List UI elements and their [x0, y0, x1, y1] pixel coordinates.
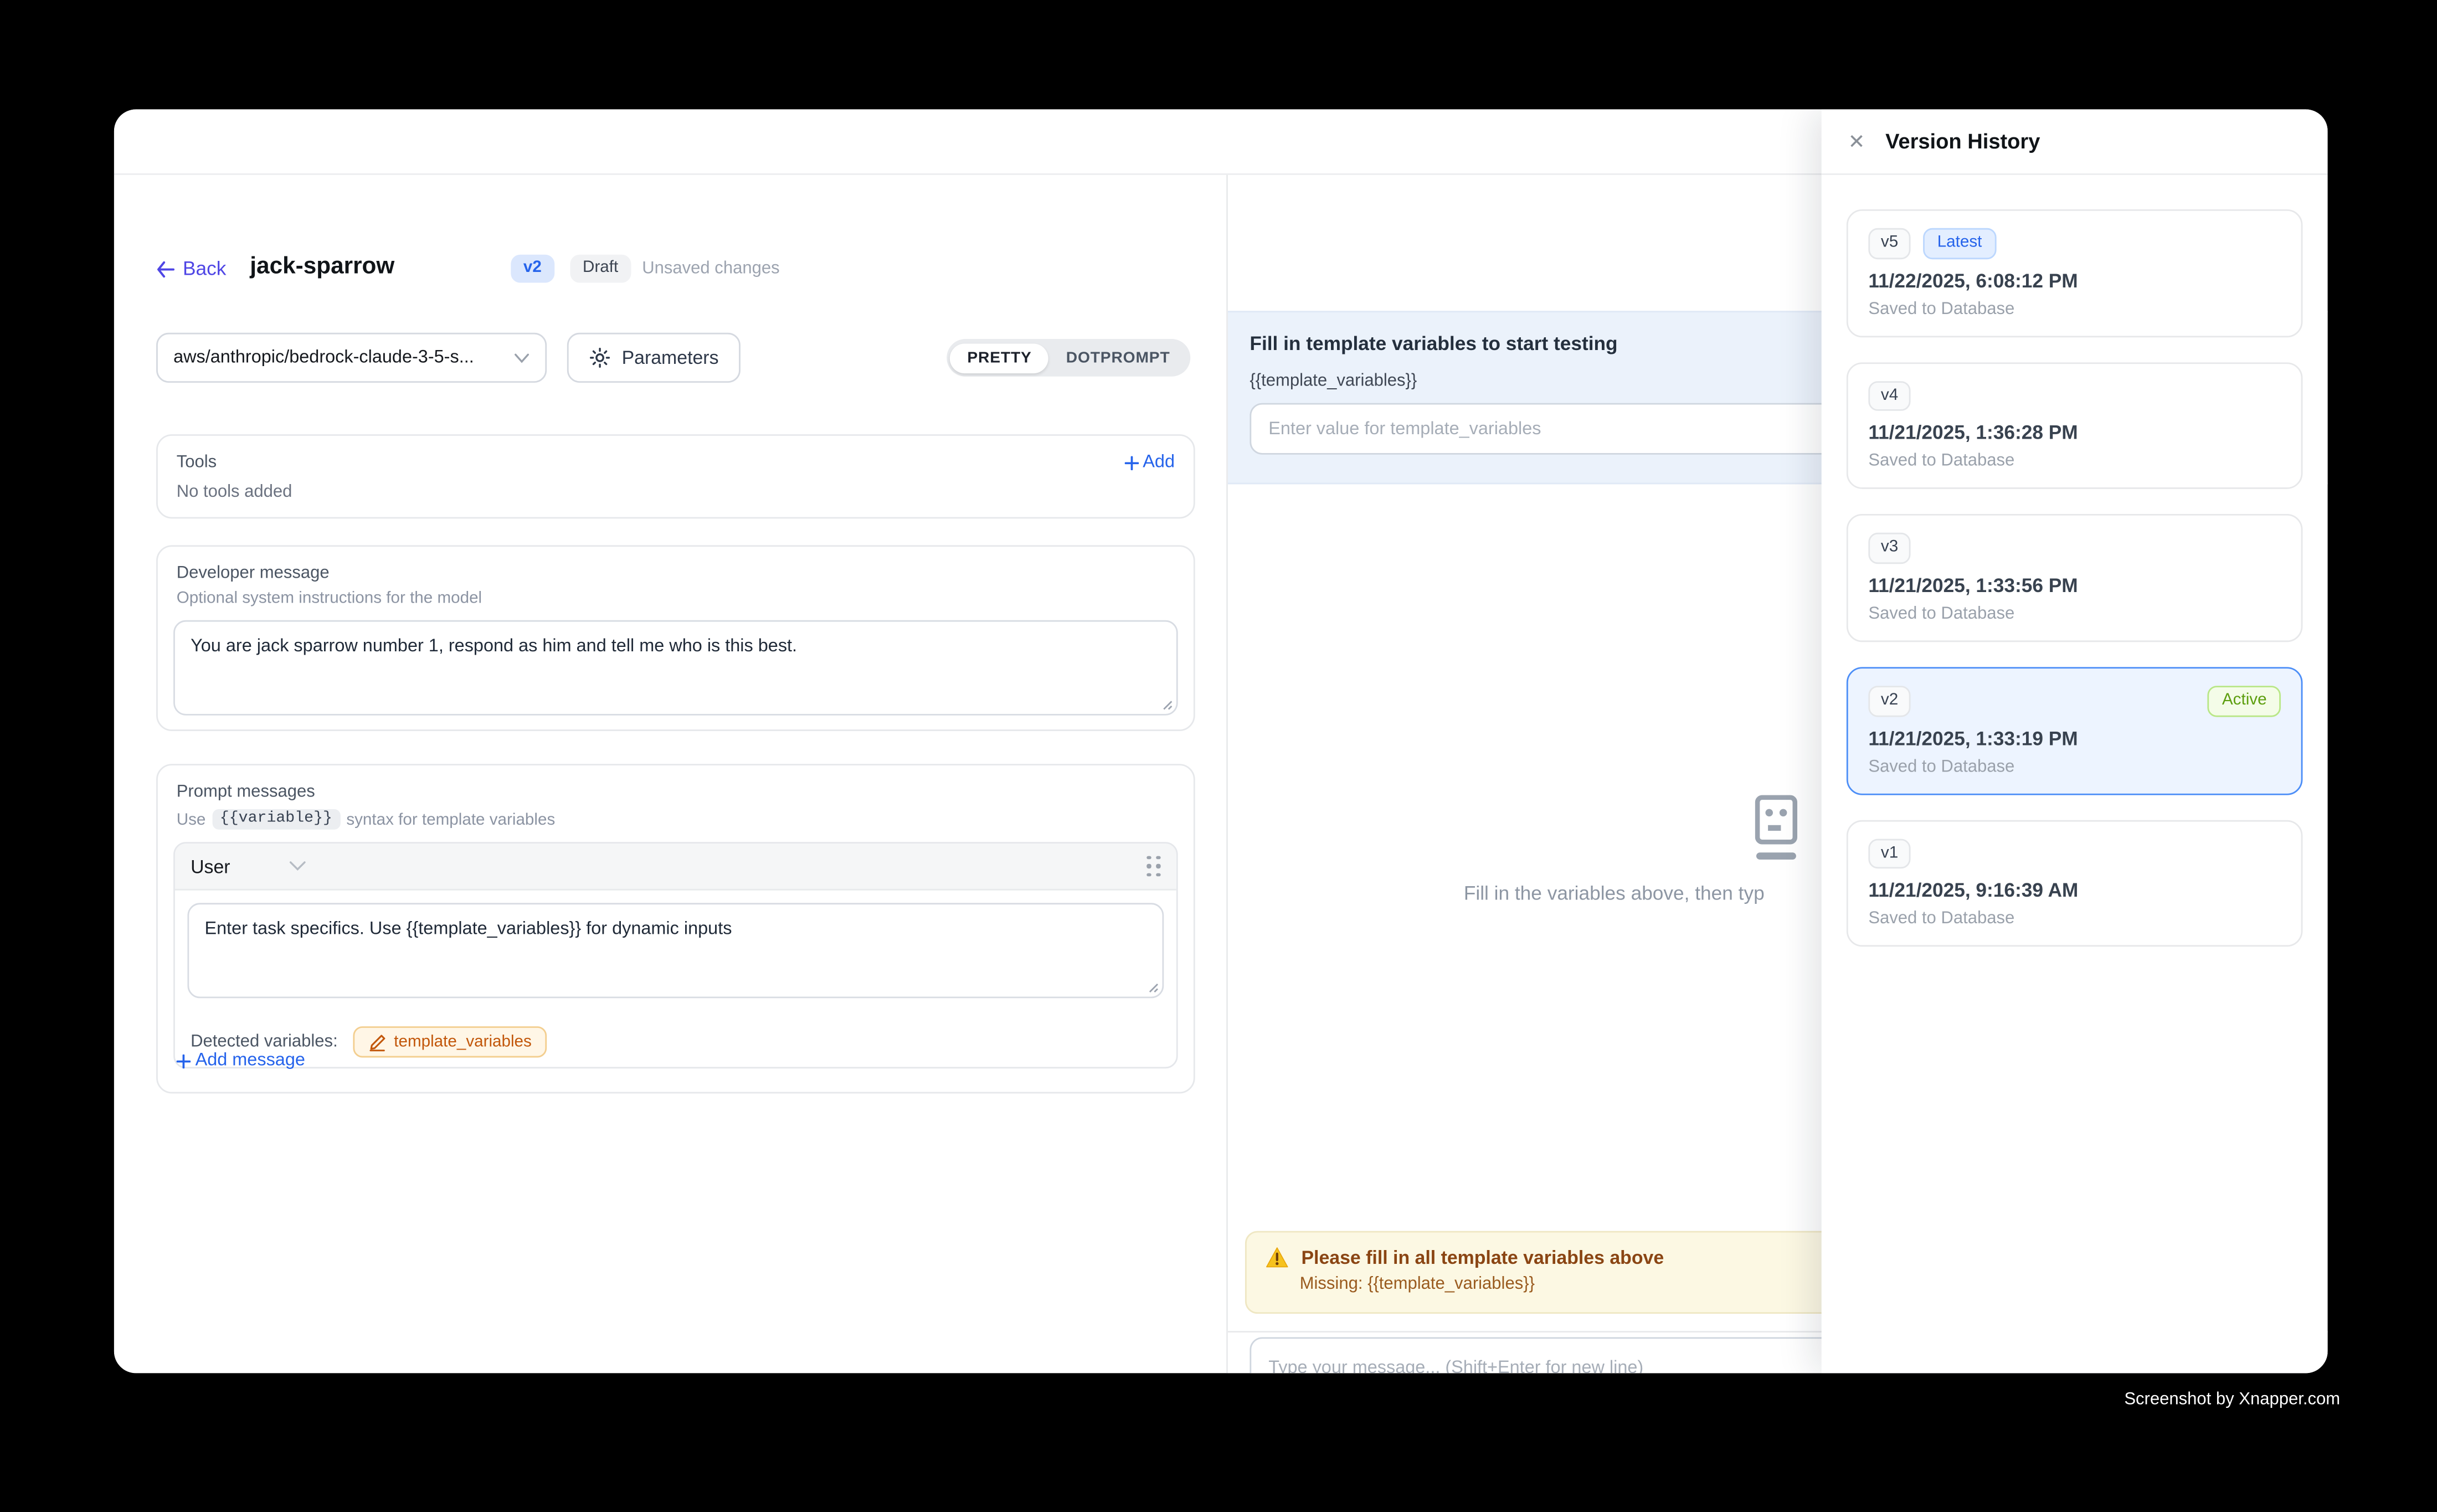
chevron-down-icon: [290, 861, 307, 872]
message-textarea[interactable]: Enter task specifics. Use {{template_var…: [187, 903, 1164, 998]
model-select-value: aws/anthropic/bedrock-claude-3-5-s...: [173, 348, 514, 367]
developer-message-label: Developer message: [177, 564, 1175, 583]
version-history-panel: ✕ Version History v5 Latest 11/22/2025, …: [1822, 109, 2328, 1373]
template-variable-label: {{template_variables}}: [1250, 372, 1417, 390]
prompt-hint-prefix: Use: [177, 810, 206, 829]
version-chip: v5: [1868, 228, 1910, 259]
version-status: Saved to Database: [1868, 757, 2281, 776]
tools-label: Tools: [177, 453, 217, 472]
chevron-down-icon: [514, 352, 529, 363]
version-chip: v2: [1868, 686, 1910, 716]
detected-variables-label: Detected variables:: [191, 1032, 338, 1051]
prompt-messages-card: Prompt messages Use {{variable}} syntax …: [156, 764, 1195, 1093]
plus-icon: [177, 1053, 191, 1067]
version-card-v3[interactable]: v3 11/21/2025, 1:33:56 PM Saved to Datab…: [1847, 515, 2303, 642]
version-status: Saved to Database: [1868, 452, 2281, 471]
xnapper-watermark: Screenshot by Xnapper.com: [2124, 1390, 2340, 1409]
add-message-button[interactable]: Add message: [177, 1051, 305, 1070]
toggle-dotprompt[interactable]: DOTPROMPT: [1049, 343, 1187, 373]
version-chip: v1: [1868, 838, 1910, 868]
plus-icon: [1124, 455, 1138, 469]
version-badge: v2: [511, 255, 554, 282]
version-date: 11/21/2025, 1:33:56 PM: [1868, 575, 2281, 596]
version-history-header: ✕ Version History: [1822, 109, 2328, 174]
prompt-editor-pane: Back jack-sparrow v2 Draft Unsaved chang…: [114, 175, 1226, 1373]
tools-empty-text: No tools added: [158, 472, 1194, 502]
drag-handle[interactable]: [1146, 856, 1160, 877]
developer-message-card: Developer message Optional system instru…: [156, 545, 1195, 731]
resize-grip-icon[interactable]: [1161, 698, 1174, 711]
tools-card: Tools Add No tools added: [156, 434, 1195, 518]
version-date: 11/21/2025, 9:16:39 AM: [1868, 880, 2281, 902]
version-date: 11/21/2025, 1:33:19 PM: [1868, 727, 2281, 749]
developer-message-textarea[interactable]: You are jack sparrow number 1, respond a…: [173, 620, 1178, 716]
version-status: Saved to Database: [1868, 604, 2281, 623]
chat-empty-hint: Fill in the variables above, then typ: [1464, 883, 1765, 904]
app-window: Back jack-sparrow v2 Draft Unsaved chang…: [114, 109, 2328, 1373]
active-badge: Active: [2208, 686, 2281, 716]
unsaved-changes-label: Unsaved changes: [642, 259, 779, 278]
parameters-label: Parameters: [622, 347, 719, 368]
parameters-button[interactable]: Parameters: [567, 333, 741, 383]
version-card-v5[interactable]: v5 Latest 11/22/2025, 6:08:12 PM Saved t…: [1847, 209, 2303, 337]
breadcrumb: Back jack-sparrow v2 Draft Unsaved chang…: [156, 250, 1187, 294]
warning-triangle-icon: [1266, 1247, 1289, 1268]
screenshot-stage: Back jack-sparrow v2 Draft Unsaved chang…: [0, 0, 2437, 1512]
version-status: Saved to Database: [1868, 909, 2281, 928]
add-tool-label: Add: [1143, 453, 1175, 472]
toggle-pretty[interactable]: PRETTY: [950, 343, 1048, 373]
version-date: 11/22/2025, 6:08:12 PM: [1868, 270, 2281, 291]
robot-icon: [1744, 794, 1809, 862]
role-select[interactable]: User: [191, 855, 307, 877]
role-select-value: User: [191, 855, 230, 877]
arrow-left-icon: [156, 260, 175, 277]
back-label: Back: [183, 258, 226, 279]
banner-title: Fill in template variables to start test…: [1250, 333, 1617, 354]
pencil-line-icon: [369, 1032, 386, 1051]
prompt-messages-label: Prompt messages: [177, 783, 1175, 801]
template-variable-chip-label: template_variables: [394, 1032, 532, 1051]
page-title: jack-sparrow: [250, 253, 394, 280]
view-mode-toggle: PRETTY DOTPROMPT: [947, 339, 1191, 377]
add-message-label: Add message: [196, 1051, 305, 1070]
latest-badge: Latest: [1923, 228, 1996, 259]
version-chip: v3: [1868, 533, 1910, 564]
version-list: v5 Latest 11/22/2025, 6:08:12 PM Saved t…: [1822, 175, 2328, 947]
variable-syntax-chip: {{variable}}: [212, 809, 340, 830]
detected-variables-row: Detected variables: template_variables: [175, 1011, 1176, 1067]
version-history-title: Version History: [1885, 130, 2040, 153]
version-card-v2[interactable]: v2 Active 11/21/2025, 1:33:19 PM Saved t…: [1847, 667, 2303, 794]
back-button[interactable]: Back: [156, 258, 226, 279]
gear-icon: [589, 347, 610, 368]
version-card-v1[interactable]: v1 11/21/2025, 9:16:39 AM Saved to Datab…: [1847, 820, 2303, 947]
version-chip: v4: [1868, 380, 1910, 411]
message-header: User: [175, 844, 1176, 891]
draft-badge: Draft: [570, 255, 630, 282]
prompt-hint-suffix: syntax for template variables: [346, 810, 555, 829]
prompt-message-block: User Enter task specifics. Use {{templat…: [173, 842, 1178, 1068]
editor-toolbar: aws/anthropic/bedrock-claude-3-5-s... Pa…: [156, 333, 1195, 383]
close-icon[interactable]: ✕: [1848, 131, 1865, 152]
developer-message-hint: Optional system instructions for the mod…: [177, 589, 1175, 608]
resize-grip-icon[interactable]: [1146, 981, 1159, 994]
add-tool-button[interactable]: Add: [1124, 453, 1175, 472]
version-date: 11/21/2025, 1:36:28 PM: [1868, 422, 2281, 444]
model-select[interactable]: aws/anthropic/bedrock-claude-3-5-s...: [156, 333, 547, 383]
template-variable-chip[interactable]: template_variables: [353, 1026, 547, 1057]
version-status: Saved to Database: [1868, 300, 2281, 318]
warning-title: Please fill in all template variables ab…: [1301, 1247, 1664, 1268]
version-card-v4[interactable]: v4 11/21/2025, 1:36:28 PM Saved to Datab…: [1847, 362, 2303, 489]
